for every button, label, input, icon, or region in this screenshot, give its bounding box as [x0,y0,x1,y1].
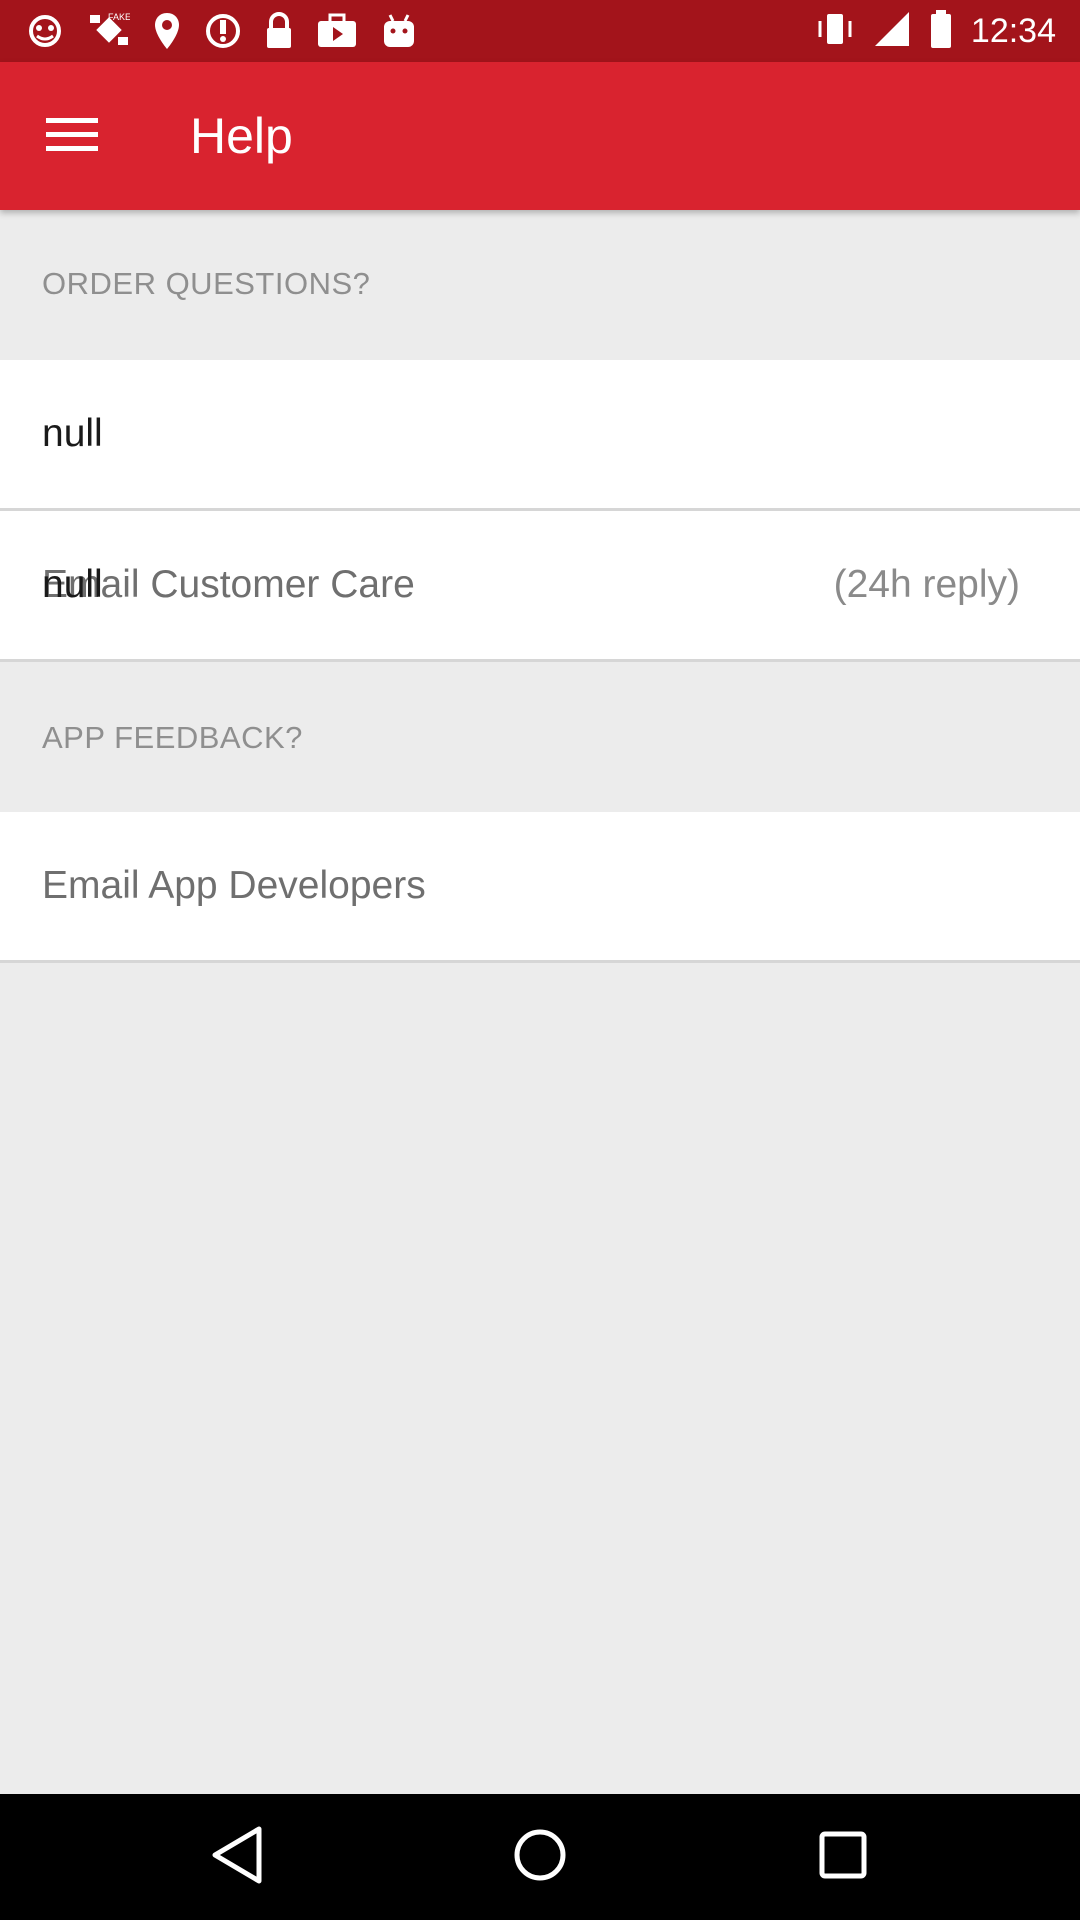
section-header-label: APP FEEDBACK? [42,720,303,755]
hamburger-menu-icon [46,114,98,159]
briefcase-icon [316,13,358,49]
section-header-label: ORDER QUESTIONS? [42,266,371,301]
status-bar: FAKE 12:34 [0,0,1080,62]
signal-icon [873,10,911,53]
location-icon [152,11,182,51]
email-customer-care-row[interactable]: Email Customer Care null (24h reply) [0,511,1080,662]
sync-icon [204,12,242,50]
status-time: 12:34 [970,11,1056,50]
vibrate-icon [815,12,855,51]
email-app-developers-label: Email App Developers [42,864,426,907]
status-icons: FAKE [24,10,418,52]
app-bar: Help [0,62,1080,210]
row-null-text: null [42,412,103,455]
lock-icon [264,12,294,50]
svg-text:FAKE: FAKE [108,12,130,22]
help-content: ORDER QUESTIONS? null Email Customer Car… [0,210,1080,963]
back-icon [209,1825,265,1890]
battery-icon [929,9,953,54]
android-icon [380,13,418,49]
recents-button[interactable] [788,1812,898,1902]
email-app-developers-row[interactable]: Email App Developers [0,812,1080,963]
order-row-null[interactable]: null [0,360,1080,511]
page-title: Help [190,108,293,164]
fake-gps-icon: FAKE [88,11,130,51]
section-header-feedback: APP FEEDBACK? [0,662,1080,812]
notification-icon [24,14,66,48]
recents-icon [818,1830,868,1885]
back-button[interactable] [182,1812,292,1902]
row-null-text: null [42,563,103,606]
reply-time-note: (24h reply) [833,563,1020,606]
home-icon [512,1827,568,1888]
section-header-order: ORDER QUESTIONS? [0,210,1080,360]
status-right: 12:34 [815,0,1056,62]
navigation-bar [0,1794,1080,1920]
menu-button[interactable] [30,98,114,174]
home-button[interactable] [485,1812,595,1902]
